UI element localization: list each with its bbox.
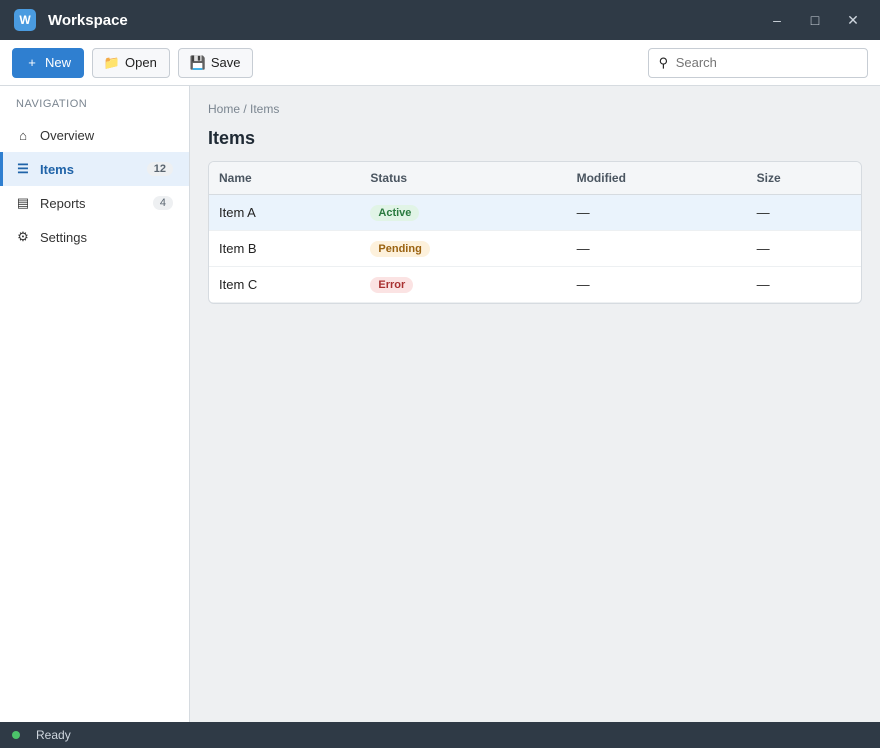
cell-modified: — [566,194,747,231]
search-input[interactable] [675,55,859,70]
sidebar: Navigation ⌂ Overview ☰ Items 12 ▤ Repor… [0,86,190,722]
count-badge: 4 [152,196,173,210]
table-row[interactable]: Item B Pending — — [209,230,861,267]
gear-icon: ⚙ [17,229,29,244]
sidebar-item-overview[interactable]: ⌂ Overview [0,118,189,152]
sidebar-item-items[interactable]: ☰ Items 12 [0,152,189,186]
maximize-icon[interactable]: □ [802,7,828,33]
column-header[interactable]: Status [360,162,567,195]
open-button-label: Open [125,55,157,70]
status-indicator-icon [12,731,20,739]
sidebar-item-label: Items [40,161,74,177]
items-table: Name Status Modified Size Item A Active … [209,162,861,303]
column-header[interactable]: Modified [566,162,747,195]
table-row[interactable]: Item A Active — — [209,194,861,231]
sidebar-item-label: Reports [40,195,86,211]
home-icon: ⌂ [19,127,27,143]
cell-modified: — [566,266,747,303]
sidebar-item-label: Overview [40,127,95,143]
search-icon: ⚲ [658,54,669,70]
main-content: Home / Items Items Name Status Modified … [190,86,880,722]
search-box: ⚲ [648,47,868,78]
table-header-row: Name Status Modified Size [209,162,861,195]
cell-size: — [746,230,861,267]
list-icon: ☰ [17,161,29,176]
column-header[interactable]: Size [746,162,861,195]
status-badge: Pending [370,241,430,257]
plus-icon: + [28,55,36,70]
app-window: W Workspace – □ ✕ + New 📁 Open 💾 Save ⚲ … [0,0,880,748]
minimize-icon[interactable]: – [764,7,790,33]
open-button[interactable]: 📁 Open [92,47,170,78]
status-badge: Active [370,205,420,221]
status-badge: Error [370,277,414,293]
items-table-panel: Name Status Modified Size Item A Active … [208,161,862,304]
status-bar: Ready [0,722,880,748]
page-title: Items [208,128,256,148]
cell-name: Item C [209,266,361,303]
save-icon: 💾 [189,54,206,70]
sidebar-item-reports[interactable]: ▤ Reports 4 [0,186,189,220]
toolbar: + New 📁 Open 💾 Save ⚲ [0,40,880,86]
new-button-label: New [45,55,72,70]
cell-modified: — [566,230,747,267]
window-title: Workspace [48,11,128,29]
cell-size: — [746,194,861,231]
new-button[interactable]: + New [12,47,85,78]
title-bar: W Workspace – □ ✕ [0,0,880,40]
status-text: Ready [36,728,71,742]
sidebar-item-label: Settings [40,229,87,245]
cell-name: Item B [209,230,361,267]
cell-size: — [746,266,861,303]
close-icon[interactable]: ✕ [840,7,866,33]
sidebar-item-settings[interactable]: ⚙ Settings [0,220,189,254]
save-button-label: Save [210,55,241,70]
table-row[interactable]: Item C Error — — [209,266,861,303]
cell-name: Item A [209,194,361,231]
app-icon: W [14,9,36,31]
count-badge: 12 [146,162,173,176]
sidebar-heading: Navigation [16,98,88,110]
column-header[interactable]: Name [209,162,361,195]
save-button[interactable]: 💾 Save [177,47,254,78]
breadcrumb: Home / Items [208,102,280,116]
folder-icon: 📁 [103,54,121,70]
chart-icon: ▤ [16,195,30,210]
